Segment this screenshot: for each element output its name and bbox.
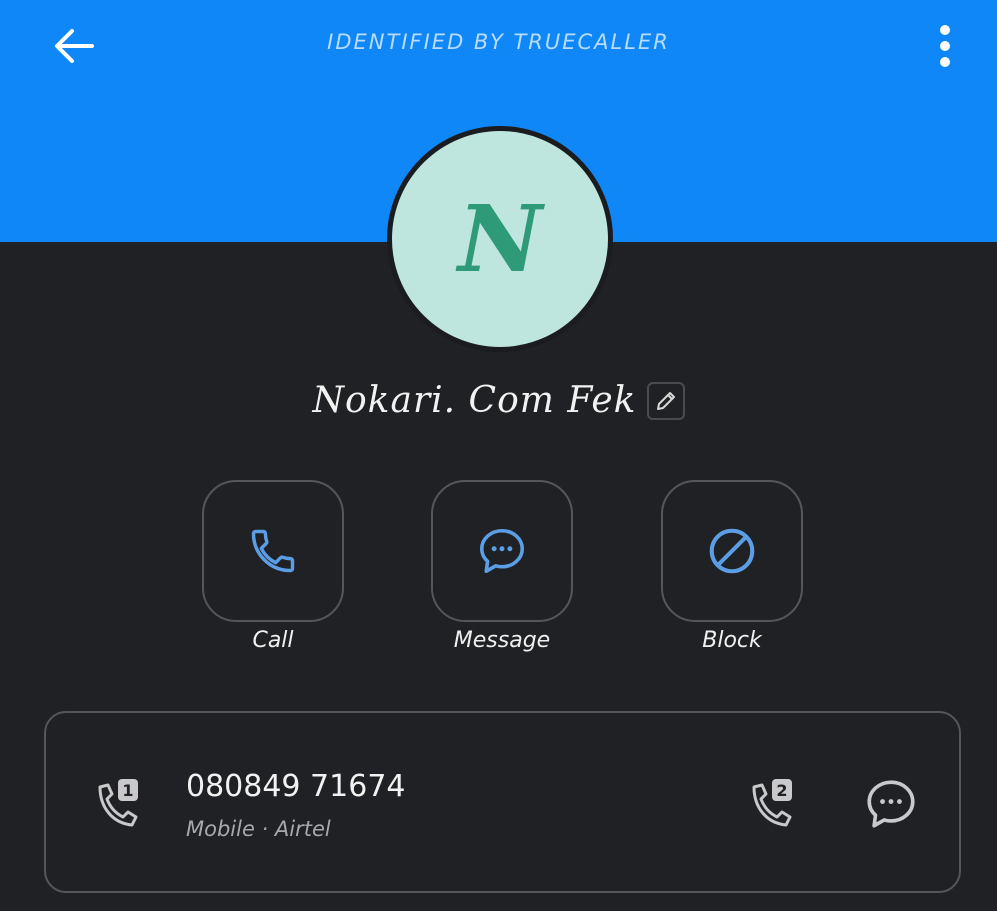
header-title: IDENTIFIED BY TRUECALLER	[327, 30, 670, 54]
block-button[interactable]	[661, 480, 803, 622]
more-options-button[interactable]	[925, 20, 965, 72]
phone-sim-2-icon: 2	[752, 779, 792, 827]
contact-name-row: Nokari. Com Fek	[0, 380, 997, 421]
sim-2-badge: 2	[776, 781, 787, 800]
call-sim-2-button[interactable]: 2	[742, 775, 798, 837]
block-action: Block	[661, 480, 803, 653]
pencil-icon	[656, 391, 675, 410]
block-label: Block	[702, 628, 762, 653]
message-action: Message	[431, 480, 573, 653]
contact-name: Nokari. Com Fek	[312, 380, 637, 421]
phone-number-card: 1 080849 71674 Mobile · Airtel 2	[44, 711, 961, 893]
call-sim-1-button[interactable]: 1	[88, 775, 144, 837]
phone-number-meta: Mobile · Airtel	[186, 817, 331, 841]
phone-icon	[251, 529, 295, 573]
call-button[interactable]	[202, 480, 344, 622]
phone-sim-1-icon: 1	[98, 779, 138, 827]
message-label: Message	[453, 628, 551, 653]
avatar-letter: N	[457, 185, 543, 293]
call-action: Call	[202, 480, 344, 653]
more-vertical-icon	[940, 25, 950, 67]
block-icon	[709, 528, 755, 574]
avatar: N	[387, 126, 613, 352]
chat-bubble-icon	[479, 528, 525, 574]
message-button[interactable]	[431, 480, 573, 622]
sim-1-badge: 1	[122, 781, 133, 800]
chat-bubble-icon	[867, 780, 915, 828]
phone-number[interactable]: 080849 71674	[186, 769, 406, 804]
edit-name-button[interactable]	[646, 381, 685, 420]
message-number-button[interactable]	[862, 775, 920, 837]
call-label: Call	[252, 628, 294, 653]
